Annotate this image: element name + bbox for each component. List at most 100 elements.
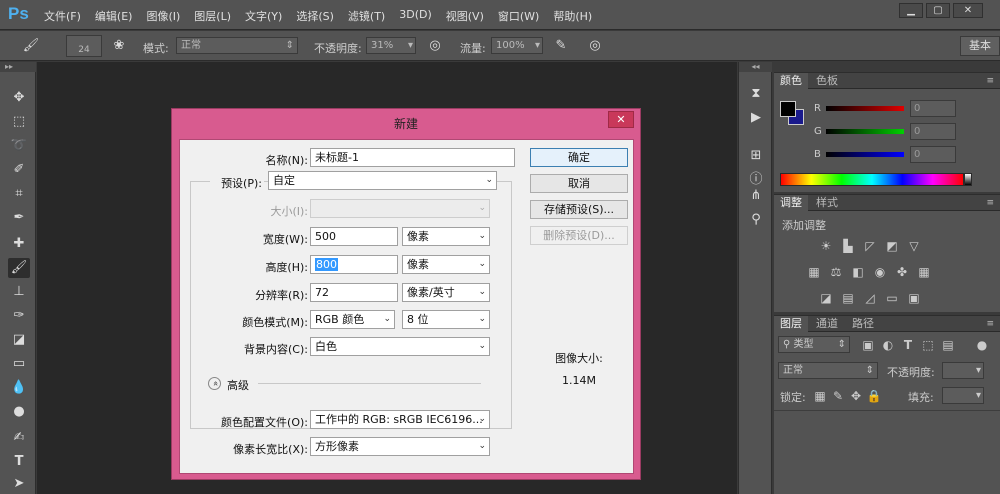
invert-icon[interactable]: ◪ <box>818 291 834 305</box>
healing-brush-tool-icon[interactable]: ✚ <box>8 234 30 254</box>
green-slider[interactable] <box>826 129 904 134</box>
type-tool-icon[interactable]: T <box>8 452 30 472</box>
blue-value-field[interactable]: 0 <box>910 146 956 163</box>
layer-opacity-field[interactable]: ▾ <box>942 362 984 379</box>
filter-smart-object-icon[interactable]: ▤ <box>940 338 956 352</box>
fill-field[interactable]: ▾ <box>942 387 984 404</box>
preset-select[interactable]: 自定 ⌄ <box>268 171 497 190</box>
color-lookup-icon[interactable]: ▦ <box>916 265 932 279</box>
quick-select-tool-icon[interactable]: ✐ <box>8 160 30 180</box>
vibrance-icon[interactable]: ▽ <box>906 239 922 253</box>
brush-tool-icon[interactable]: 🖌 <box>8 258 30 278</box>
tab-channels[interactable]: 通道 <box>810 316 844 332</box>
tab-color[interactable]: 颜色 <box>774 73 808 89</box>
lock-pixels-icon[interactable]: ✎ <box>830 389 846 403</box>
menu-image[interactable]: 图像(I) <box>146 8 180 24</box>
advanced-toggle-icon[interactable]: « <box>208 377 221 390</box>
tab-layers[interactable]: 图层 <box>774 316 808 332</box>
pressure-opacity-icon[interactable]: ◎ <box>426 37 444 55</box>
channel-mixer-icon[interactable]: ✤ <box>894 265 910 279</box>
path-select-tool-icon[interactable]: ➤ <box>8 474 30 494</box>
crop-tool-icon[interactable]: ⌗ <box>8 184 30 204</box>
brightness-icon[interactable]: ☀ <box>818 239 834 253</box>
minimize-button[interactable]: ▁ <box>899 3 923 18</box>
filter-pixel-icon[interactable]: ▣ <box>860 338 876 352</box>
menu-3d[interactable]: 3D(D) <box>399 8 432 24</box>
blend-mode-select[interactable]: 正常 ⇕ <box>778 362 878 379</box>
lock-transparency-icon[interactable]: ▦ <box>812 389 828 403</box>
flow-field[interactable]: 100% ▾ <box>491 37 543 54</box>
red-value-field[interactable]: 0 <box>910 100 956 117</box>
brush-presets-icon[interactable]: ⋔ <box>745 186 767 206</box>
profile-select[interactable]: 工作中的 RGB: sRGB IEC6196... ⌄ <box>310 410 490 429</box>
grayscale-ramp[interactable] <box>964 173 972 186</box>
opacity-field[interactable]: 31% ▾ <box>366 37 416 54</box>
tab-swatches[interactable]: 色板 <box>810 73 844 89</box>
eyedropper-tool-icon[interactable]: ✒ <box>8 208 30 228</box>
gradient-map-icon[interactable]: ▭ <box>884 291 900 305</box>
clone-stamp-tool-icon[interactable]: ⊥ <box>8 282 30 302</box>
bitdepth-select[interactable]: 8 位 ⌄ <box>402 310 490 329</box>
gradient-tool-icon[interactable]: ▭ <box>8 354 30 374</box>
background-select[interactable]: 白色 ⌄ <box>310 337 490 356</box>
black-white-icon[interactable]: ◧ <box>850 265 866 279</box>
posterize-icon[interactable]: ▤ <box>840 291 856 305</box>
colormode-select[interactable]: RGB 颜色 ⌄ <box>310 310 395 329</box>
delete-preset-button[interactable]: 删除预设(D)... <box>530 226 628 245</box>
selective-color-icon[interactable]: ▣ <box>906 291 922 305</box>
height-unit-select[interactable]: 像素 ⌄ <box>402 255 490 274</box>
properties-icon[interactable]: ⊞ <box>745 146 767 166</box>
menu-help[interactable]: 帮助(H) <box>553 8 592 24</box>
workspace-button[interactable]: 基本 <box>960 36 1000 56</box>
curves-icon[interactable]: ◸ <box>862 239 878 253</box>
eraser-tool-icon[interactable]: ◪ <box>8 330 30 350</box>
menu-window[interactable]: 窗口(W) <box>498 8 539 24</box>
actions-play-icon[interactable]: ▶ <box>745 108 767 128</box>
foreground-color-swatch[interactable] <box>780 101 796 117</box>
tab-adjustments[interactable]: 调整 <box>774 195 808 211</box>
filter-toggle-icon[interactable]: ● <box>974 338 990 352</box>
tools-collapse[interactable]: ▸▸ <box>0 62 36 72</box>
exposure-icon[interactable]: ◩ <box>884 239 900 253</box>
width-unit-select[interactable]: 像素 ⌄ <box>402 227 490 246</box>
menu-layer[interactable]: 图层(L) <box>194 8 231 24</box>
menu-view[interactable]: 视图(V) <box>446 8 484 24</box>
width-input[interactable]: 500 <box>310 227 398 246</box>
red-slider[interactable] <box>826 106 904 111</box>
tab-styles[interactable]: 样式 <box>810 195 844 211</box>
brush-panel-icon[interactable]: ❀ <box>110 37 128 55</box>
filter-adjustment-icon[interactable]: ◐ <box>880 338 896 352</box>
mode-select[interactable]: 正常 ⇕ <box>176 37 298 54</box>
pressure-size-icon[interactable]: ◎ <box>586 37 604 55</box>
layer-kind-filter[interactable]: ⚲ 类型 ⇕ <box>778 336 850 353</box>
move-tool-icon[interactable]: ✥ <box>8 88 30 108</box>
menu-select[interactable]: 选择(S) <box>296 8 334 24</box>
history-icon[interactable]: ⧗ <box>745 84 767 104</box>
lasso-tool-icon[interactable]: ➰ <box>8 136 30 156</box>
filter-type-icon[interactable]: T <box>900 338 916 352</box>
maximize-button[interactable]: ▢ <box>926 3 950 18</box>
color-balance-icon[interactable]: ⚖ <box>828 265 844 279</box>
ok-button[interactable]: 确定 <box>530 148 628 167</box>
close-window-button[interactable]: ✕ <box>953 3 983 18</box>
dodge-tool-icon[interactable]: ● <box>8 402 30 422</box>
levels-icon[interactable]: ▙ <box>840 239 856 253</box>
size-select[interactable]: ⌄ <box>310 199 490 218</box>
resolution-unit-select[interactable]: 像素/英寸 ⌄ <box>402 283 490 302</box>
menu-edit[interactable]: 编辑(E) <box>95 8 133 24</box>
history-brush-tool-icon[interactable]: ✑ <box>8 306 30 326</box>
airbrush-icon[interactable]: ✎ <box>552 37 570 55</box>
name-input[interactable]: 未标题-1 <box>310 148 515 167</box>
lock-all-icon[interactable]: 🔒 <box>866 389 882 403</box>
color-spectrum-ramp[interactable] <box>780 173 964 186</box>
cancel-button[interactable]: 取消 <box>530 174 628 193</box>
menu-filter[interactable]: 滤镜(T) <box>348 8 385 24</box>
resolution-input[interactable]: 72 <box>310 283 398 302</box>
brush-preset-picker[interactable]: 24 <box>66 35 102 57</box>
dialog-close-button[interactable]: ✕ <box>608 111 634 128</box>
filter-shape-icon[interactable]: ⬚ <box>920 338 936 352</box>
marquee-tool-icon[interactable]: ⬚ <box>8 112 30 132</box>
aspect-select[interactable]: 方形像素 ⌄ <box>310 437 490 456</box>
brush-tool-icon[interactable]: 🖌 <box>22 37 40 55</box>
panel-menu-icon[interactable]: ≡ <box>986 198 994 208</box>
